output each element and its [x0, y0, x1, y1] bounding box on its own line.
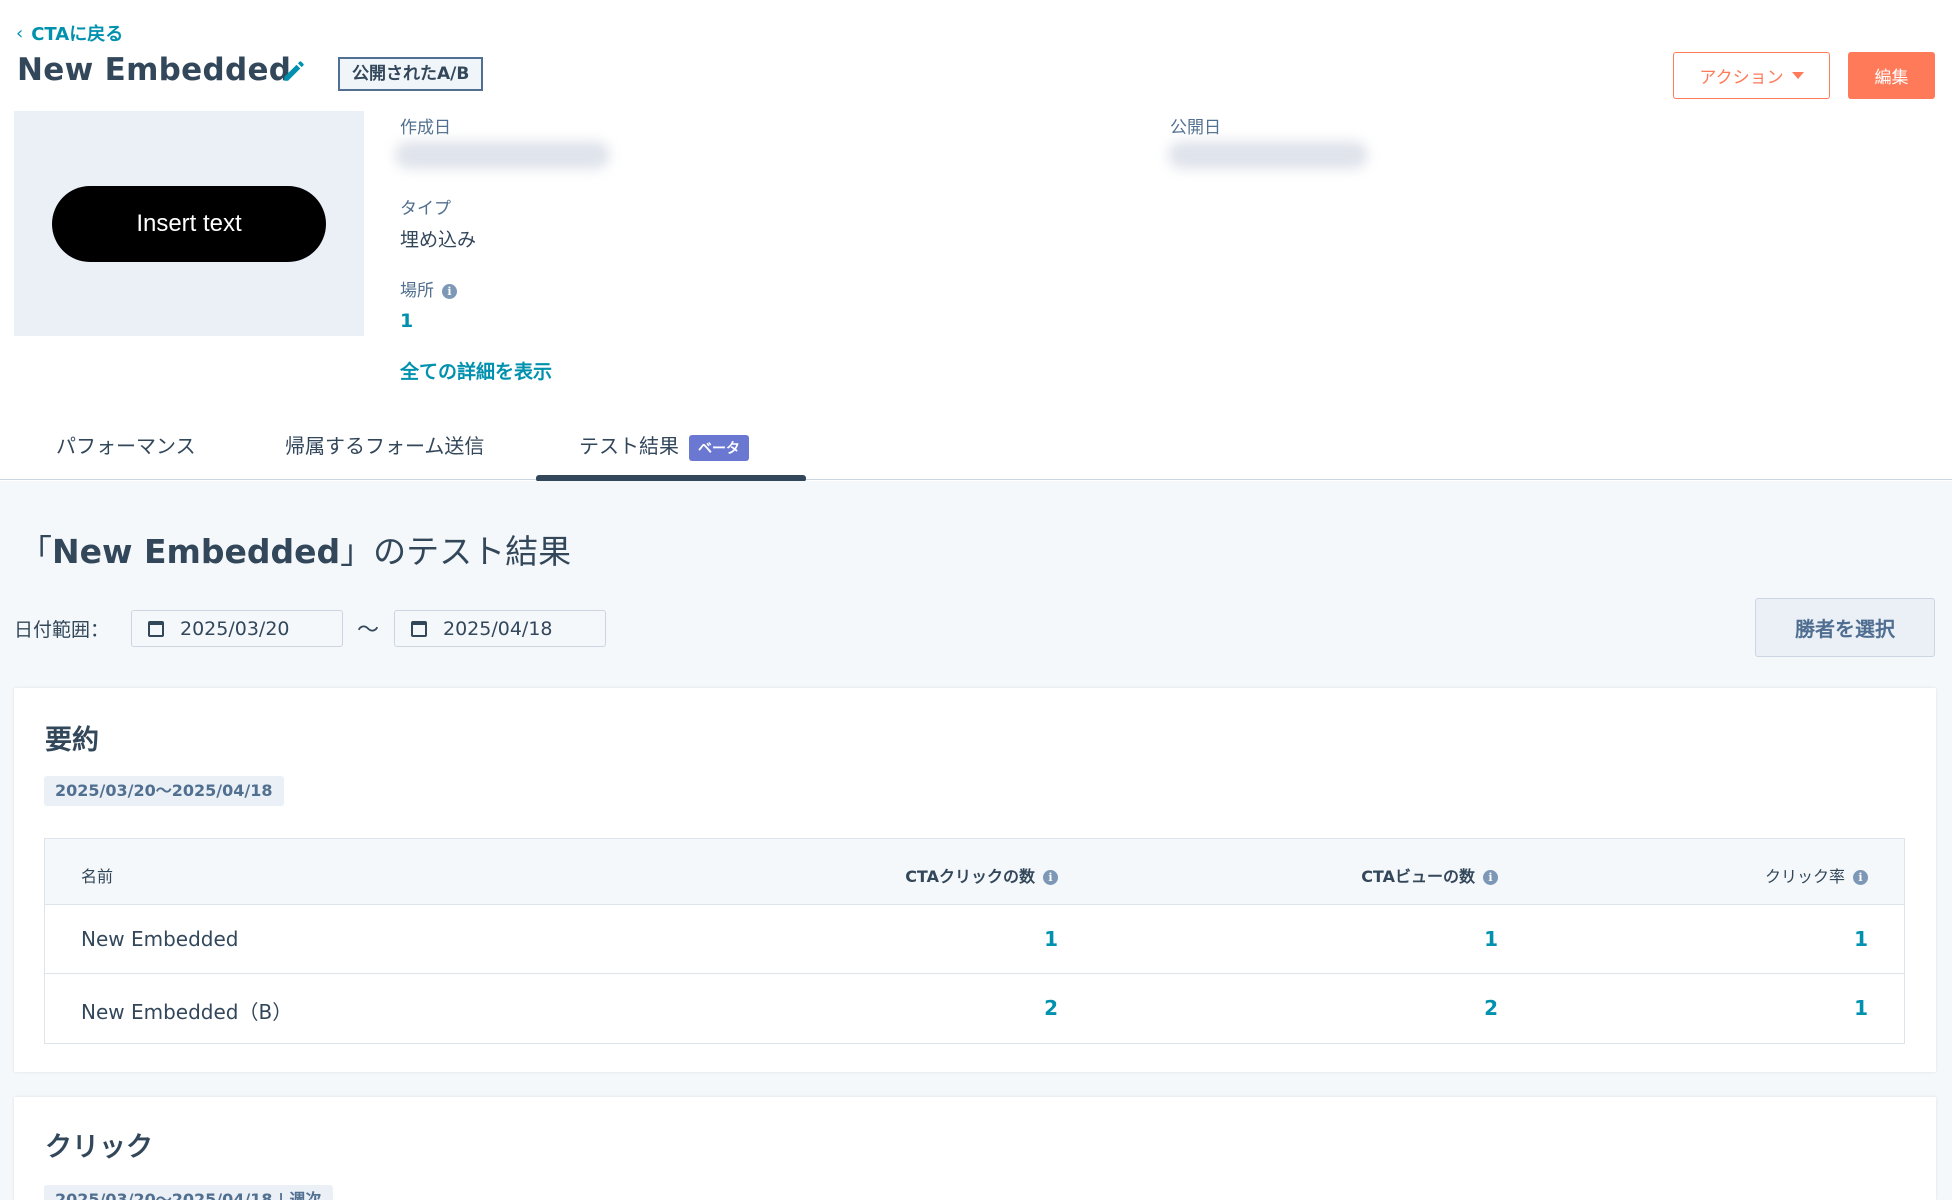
- back-to-cta-link[interactable]: ‹ CTAに戻る: [16, 20, 123, 46]
- created-date-value-redacted: [395, 141, 610, 169]
- tab-test-results-label: テスト結果: [579, 434, 679, 458]
- heading-open-bracket: 「: [19, 532, 52, 571]
- actions-label: アクション: [1699, 68, 1784, 88]
- cta-views-value[interactable]: 1: [1484, 927, 1498, 951]
- column-header-cta-views-label: CTAビューの数: [1361, 867, 1475, 886]
- date-range-separator: 〜: [357, 618, 380, 643]
- cta-preview: Insert text: [14, 111, 364, 336]
- summary-table: 名前 CTAクリックの数 i CTAビューの数 i クリック率 i New Embed…: [44, 838, 1905, 1044]
- page-title: New Embedded: [17, 52, 292, 88]
- tab-attributed-form-submissions[interactable]: 帰属するフォーム送信: [285, 430, 484, 459]
- table-row: New Embedded（B） 2 2 1: [45, 974, 1904, 1043]
- caret-down-icon: [1791, 72, 1804, 79]
- tab-performance[interactable]: パフォーマンス: [56, 430, 196, 459]
- column-header-click-rate: クリック率 i: [1765, 863, 1868, 887]
- table-row: New Embedded 1 1 1: [45, 905, 1904, 974]
- column-header-cta-clicks: CTAクリックの数 i: [905, 863, 1058, 887]
- location-label-text: 場所: [400, 281, 434, 301]
- show-all-details-link[interactable]: 全ての詳細を表示: [400, 357, 552, 384]
- info-icon[interactable]: i: [1483, 870, 1498, 885]
- variant-name: New Embedded（B）: [81, 1000, 293, 1024]
- test-results-heading: 「New Embedded」のテスト結果: [19, 525, 571, 573]
- edit-button[interactable]: 編集: [1848, 52, 1935, 99]
- actions-dropdown-button[interactable]: アクション: [1673, 52, 1830, 99]
- table-header-row: 名前 CTAクリックの数 i CTAビューの数 i クリック率 i: [45, 839, 1904, 905]
- info-icon[interactable]: i: [1043, 870, 1058, 885]
- cta-views-value[interactable]: 2: [1484, 996, 1498, 1020]
- location-count-link[interactable]: 1: [400, 310, 413, 332]
- beta-badge: ベータ: [689, 434, 749, 461]
- cta-preview-button: Insert text: [52, 186, 326, 262]
- end-date-input[interactable]: 2025/04/18: [394, 610, 606, 647]
- info-icon[interactable]: i: [1853, 870, 1868, 885]
- heading-suffix: 」のテスト結果: [340, 532, 572, 571]
- clicks-title: クリック: [45, 1132, 153, 1163]
- back-link-label: CTAに戻る: [31, 24, 124, 45]
- column-header-name: 名前: [81, 867, 114, 886]
- status-badge: 公開されたA/B: [338, 57, 484, 91]
- start-date-input[interactable]: 2025/03/20: [131, 610, 343, 647]
- type-label: タイプ: [400, 199, 451, 219]
- tab-test-results[interactable]: テスト結果 ベータ: [579, 430, 749, 461]
- cta-header-section: ‹ CTAに戻る New Embedded 公開されたA/B アクション 編集 …: [0, 0, 1952, 482]
- column-header-cta-clicks-label: CTAクリックの数: [905, 867, 1035, 886]
- heading-cta-name: New Embedded: [52, 532, 341, 571]
- calendar-icon: [411, 620, 427, 637]
- summary-date-range-tag: 2025/03/20〜2025/04/18: [44, 776, 284, 806]
- summary-card: 要約 2025/03/20〜2025/04/18 名前 CTAクリックの数 i C…: [14, 688, 1936, 1072]
- start-date-value: 2025/03/20: [180, 617, 290, 640]
- clicks-card: クリック 2025/03/20〜2025/04/18 | 週次: [14, 1097, 1936, 1200]
- clicks-date-range-tag: 2025/03/20〜2025/04/18 | 週次: [44, 1185, 333, 1200]
- date-range-label: 日付範囲：: [14, 619, 110, 641]
- choose-winner-button[interactable]: 勝者を選択: [1755, 598, 1935, 657]
- published-date-label: 公開日: [1170, 118, 1221, 138]
- click-rate-value[interactable]: 1: [1854, 996, 1868, 1020]
- end-date-value: 2025/04/18: [443, 617, 553, 640]
- info-icon[interactable]: i: [442, 283, 457, 299]
- type-value: 埋め込み: [400, 229, 477, 251]
- click-rate-value[interactable]: 1: [1854, 927, 1868, 951]
- published-date-value-redacted: [1168, 141, 1368, 169]
- pencil-edit-icon[interactable]: [281, 58, 307, 84]
- tab-bar: パフォーマンス 帰属するフォーム送信 テスト結果 ベータ: [0, 420, 1952, 480]
- column-header-cta-views: CTAビューの数 i: [1361, 863, 1498, 887]
- summary-title: 要約: [45, 725, 99, 756]
- chevron-left-icon: ‹: [16, 22, 24, 44]
- variant-name: New Embedded: [81, 927, 239, 951]
- calendar-icon: [148, 620, 164, 637]
- cta-clicks-value[interactable]: 2: [1044, 996, 1058, 1020]
- column-header-click-rate-label: クリック率: [1764, 867, 1845, 886]
- cta-clicks-value[interactable]: 1: [1044, 927, 1058, 951]
- created-date-label: 作成日: [400, 118, 451, 138]
- location-label: 場所 i: [400, 276, 457, 301]
